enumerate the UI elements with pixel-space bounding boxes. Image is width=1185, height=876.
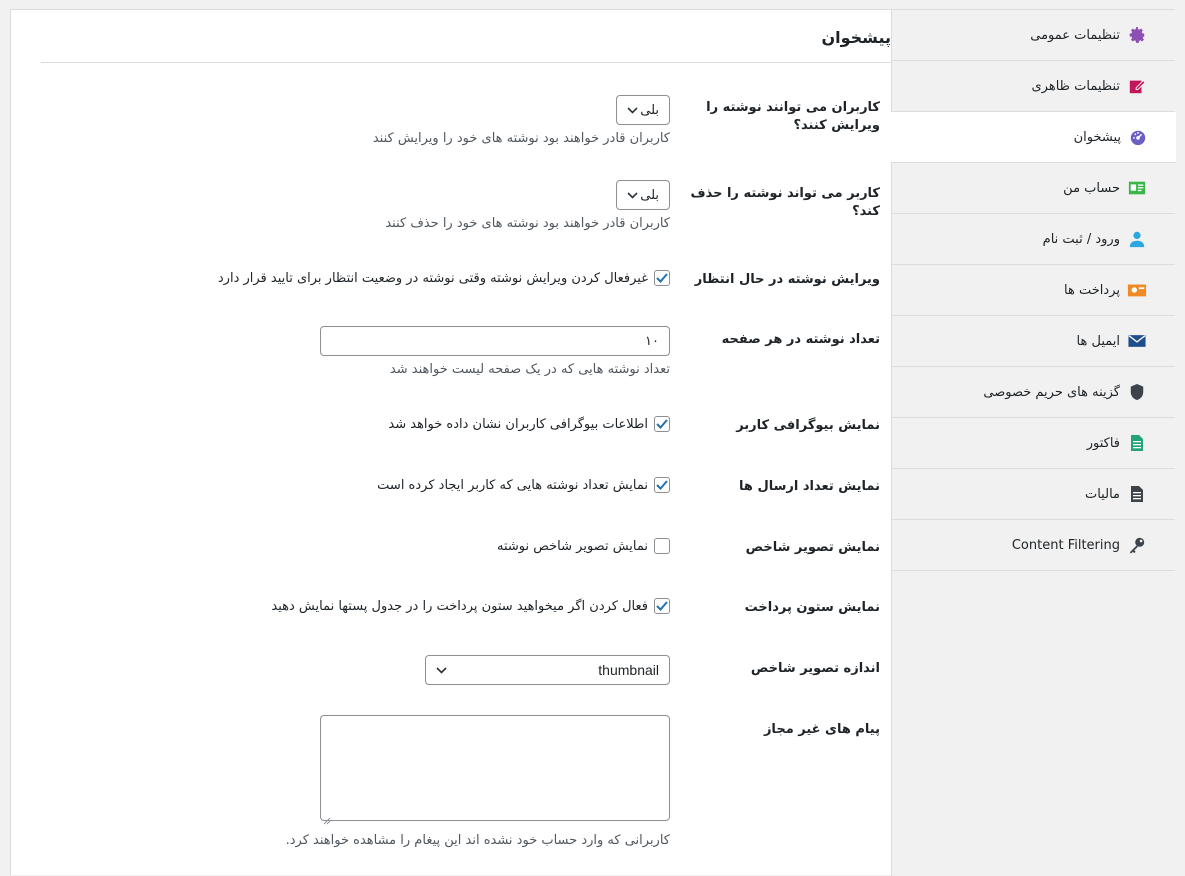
chevron-down-icon [436, 663, 447, 677]
show-payment-col-label: نمایش ستون پرداخت [744, 600, 880, 615]
pending-edit-label: ویرایش نوشته در حال انتظار [694, 272, 880, 287]
show-bio-text: اطلاعات بیوگرافی کاربران نشان داده خواهد… [388, 416, 648, 432]
sidebar-item-dashboard[interactable]: پیشخوان [891, 112, 1176, 163]
delete-posts-select[interactable]: بلی [616, 180, 670, 210]
id-card-icon [1126, 178, 1148, 198]
delete-posts-label: کاربر می تواند نوشته را حذف کند؟ [690, 186, 880, 219]
show-featured-text: نمایش تصویر شاخص نوشته [496, 538, 648, 554]
edit-posts-description: کاربران قادر خواهند بود نوشته های خود را… [372, 131, 670, 146]
sidebar-item-label: Content Filtering [1011, 537, 1120, 553]
show-bio-checkbox[interactable] [654, 416, 670, 432]
sidebar-item-label: تنظیمات ظاهری [1031, 78, 1121, 94]
show-payment-col-option: فعال کردن اگر میخواهید ستون پرداخت را در… [271, 598, 670, 614]
sidebar-item-my-account[interactable]: حساب من [891, 163, 1175, 214]
key-icon [1126, 535, 1148, 555]
sidebar-item-general-settings[interactable]: تنظیمات عمومی [891, 10, 1175, 61]
sidebar-item-label: تنظیمات عمومی [1030, 27, 1120, 43]
posts-per-page-value: ۱۰ [645, 333, 659, 349]
title-divider [41, 62, 891, 63]
resize-handle-icon[interactable] [323, 810, 331, 825]
sidebar-item-invoice[interactable]: فاکتور [891, 418, 1175, 469]
pending-edit-option: غیرفعال کردن ویرایش نوشته وقتی نوشته در … [218, 270, 670, 286]
show-bio-label: نمایش بیوگرافی کاربر [736, 418, 880, 433]
show-payment-col-text: فعال کردن اگر میخواهید ستون پرداخت را در… [271, 598, 648, 614]
payment-icon [1126, 280, 1148, 300]
settings-sidebar: تنظیمات عمومی تنظیمات ظاهری پیشخوان حساب… [891, 10, 1176, 876]
show-featured-option: نمایش تصویر شاخص نوشته [497, 538, 670, 554]
sidebar-item-privacy[interactable]: گزینه های حریم خصوصی [891, 367, 1175, 418]
invoice-icon [1126, 433, 1148, 453]
mail-icon [1126, 331, 1148, 351]
sidebar-item-emails[interactable]: ایمیل ها [891, 316, 1175, 367]
sidebar-item-tax[interactable]: مالیات [891, 469, 1175, 520]
unauth-message-label: پیام های غیر مجاز [763, 722, 880, 737]
posts-per-page-description: تعداد نوشته هایی که در یک صفحه لیست خواه… [389, 362, 670, 377]
show-bio-option: اطلاعات بیوگرافی کاربران نشان داده خواهد… [388, 416, 670, 432]
show-featured-label: نمایش تصویر شاخص [745, 540, 880, 555]
show-post-count-option: نمایش تعداد نوشته هایی که کاربر ایجاد کر… [377, 477, 670, 493]
sidebar-item-label: گزینه های حریم خصوصی [983, 384, 1120, 400]
sidebar-item-label: ورود / ثبت نام [1042, 231, 1120, 247]
page-title: پیشخوان [821, 28, 891, 47]
sidebar-item-label: ایمیل ها [1076, 333, 1120, 349]
sidebar-item-appearance-settings[interactable]: تنظیمات ظاهری [891, 61, 1175, 112]
unauth-message-textarea[interactable] [320, 715, 670, 825]
show-payment-col-checkbox[interactable] [654, 598, 670, 614]
sidebar-item-content-filtering[interactable]: Content Filtering [891, 520, 1175, 571]
show-post-count-label: نمایش تعداد ارسال ها [739, 479, 880, 494]
sidebar-item-login-register[interactable]: ورود / ثبت نام [891, 214, 1175, 265]
document-icon [1126, 484, 1148, 504]
posts-per-page-label: تعداد نوشته در هر صفحه [721, 332, 880, 347]
sidebar-item-label: پرداخت ها [1064, 282, 1120, 298]
pending-edit-text: غیرفعال کردن ویرایش نوشته وقتی نوشته در … [217, 270, 648, 286]
user-icon [1126, 229, 1148, 249]
sidebar-item-label: حساب من [1063, 180, 1120, 196]
edit-posts-label: کاربران می توانند نوشته را ویرایش کنند؟ [706, 100, 880, 133]
settings-panel: تنظیمات عمومی تنظیمات ظاهری پیشخوان حساب… [10, 9, 1176, 876]
show-post-count-checkbox[interactable] [654, 477, 670, 493]
edit-icon [1126, 76, 1148, 96]
sidebar-item-payments[interactable]: پرداخت ها [891, 265, 1175, 316]
unauth-message-description: کاربرانی که وارد حساب خود نشده اند این پ… [285, 833, 670, 848]
pending-edit-checkbox[interactable] [654, 270, 670, 286]
chevron-down-icon [627, 103, 638, 117]
sidebar-item-label: پیشخوان [1073, 129, 1121, 145]
sidebar-item-label: مالیات [1084, 486, 1120, 502]
chevron-down-icon [627, 188, 638, 202]
edit-posts-select-value: بلی [640, 102, 659, 118]
show-featured-checkbox[interactable] [654, 538, 670, 554]
posts-per-page-input[interactable]: ۱۰ [320, 326, 670, 356]
sidebar-item-label: فاکتور [1086, 435, 1120, 451]
shield-icon [1126, 382, 1148, 402]
featured-size-select[interactable]: thumbnail [425, 655, 670, 685]
featured-size-select-value: thumbnail [598, 662, 659, 678]
show-post-count-text: نمایش تعداد نوشته هایی که کاربر ایجاد کر… [377, 477, 648, 493]
delete-posts-description: کاربران قادر خواهند بود نوشته های خود را… [385, 216, 670, 231]
featured-size-label: اندازه تصویر شاخص [750, 661, 880, 676]
edit-posts-select[interactable]: بلی [616, 95, 670, 125]
delete-posts-select-value: بلی [640, 187, 659, 203]
dashboard-icon [1127, 127, 1149, 147]
gear-icon [1126, 25, 1148, 45]
